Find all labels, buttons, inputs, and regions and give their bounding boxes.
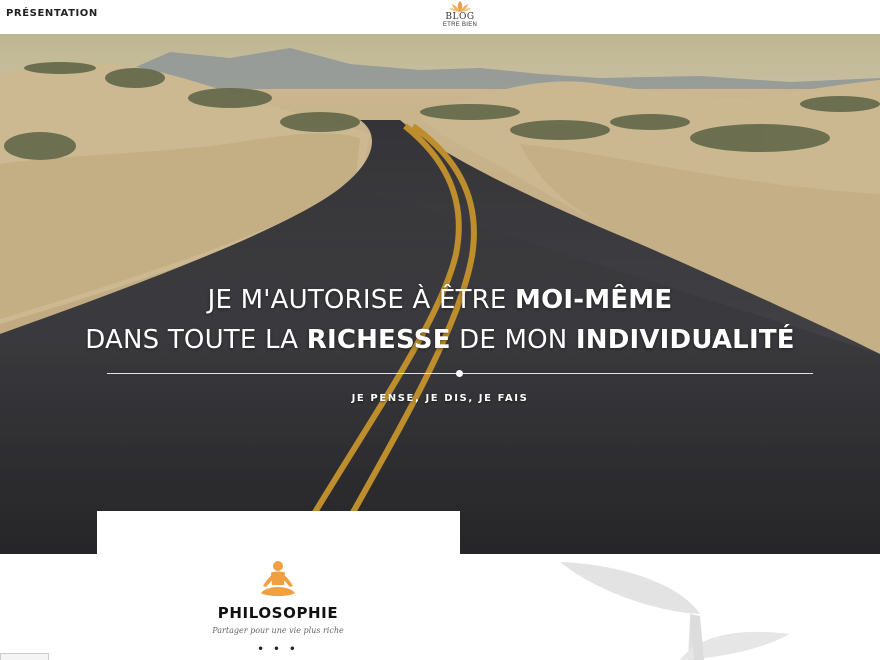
philosophy-card-top: [97, 511, 460, 555]
philosophy-subtitle: Partager pour une vie plus riche: [212, 626, 344, 635]
leaf-decoration-icon: [560, 562, 790, 660]
blog-logo[interactable]: BLOG ETRE BIEN: [431, 0, 489, 34]
hero-headline: JE M'AUTORISE À ÊTRE MOI-MÊME DANS TOUTE…: [0, 280, 880, 360]
philosophy-section: PHILOSOPHIE Partager pour une vie plus r…: [0, 554, 880, 660]
hero-divider-dot: [456, 370, 463, 377]
philosophy-title[interactable]: PHILOSOPHIE: [178, 604, 378, 622]
logo-text-line1: BLOG: [445, 12, 475, 22]
philosophy-dots: • • •: [257, 644, 299, 655]
corner-tab[interactable]: [0, 653, 49, 660]
meditation-icon[interactable]: [259, 559, 297, 599]
logo-text-line2: ETRE BIEN: [442, 22, 478, 28]
hero-line-1: JE M'AUTORISE À ÊTRE MOI-MÊME: [207, 285, 673, 315]
hero-line-2: DANS TOUTE LA RICHESSE DE MON INDIVIDUAL…: [85, 325, 795, 355]
hero-banner: JE M'AUTORISE À ÊTRE MOI-MÊME DANS TOUTE…: [0, 34, 880, 554]
hero-tagline: JE PENSE, JE DIS, JE FAIS: [351, 393, 529, 404]
top-bar: PRÉSENTATION BLOG ETRE BIEN: [0, 0, 880, 34]
nav-presentation-link[interactable]: PRÉSENTATION: [6, 8, 98, 19]
